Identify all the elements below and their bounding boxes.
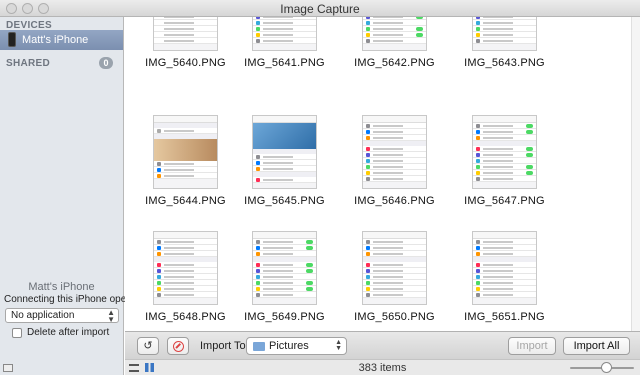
- import-destination-select[interactable]: Pictures ▲ ▼: [246, 337, 347, 355]
- import-to-label: Import To:: [200, 340, 249, 352]
- import-all-button[interactable]: Import All: [563, 337, 630, 355]
- open-app-value: No application: [11, 310, 75, 321]
- folder-icon: [253, 342, 265, 351]
- open-app-select[interactable]: No application ▲ ▼: [5, 308, 119, 324]
- screenshot-thumbnail[interactable]: [252, 17, 317, 51]
- image-filename: IMG_5647.PNG: [464, 195, 545, 207]
- screenshot-thumbnail[interactable]: [153, 17, 218, 51]
- import-button[interactable]: Import: [508, 337, 556, 355]
- delete-button[interactable]: [167, 337, 189, 355]
- updown-arrows-icon: ▲ ▼: [335, 339, 342, 352]
- shared-header: SHARED: [6, 58, 51, 69]
- bottom-toolbar: ↺ Import To: Pictures ▲ ▼ Import Import A…: [125, 331, 640, 359]
- import-destination-value: Pictures: [269, 340, 309, 352]
- screenshot-thumbnail[interactable]: [362, 231, 427, 305]
- item-count: 383 items: [358, 362, 407, 374]
- image-filename: IMG_5649.PNG: [244, 311, 325, 323]
- image-filename: IMG_5650.PNG: [354, 311, 435, 323]
- thumbnail-size-knob[interactable]: [600, 362, 612, 373]
- shared-count-badge: 0: [99, 57, 113, 69]
- image-filename: IMG_5645.PNG: [244, 195, 325, 207]
- screenshot-thumbnail[interactable]: [472, 115, 537, 189]
- device-options-title: Matt's iPhone: [28, 281, 95, 293]
- image-filename: IMG_5648.PNG: [145, 311, 226, 323]
- status-bar: 383 items: [125, 359, 640, 375]
- screenshot-thumbnail[interactable]: [362, 17, 427, 51]
- screenshot-thumbnail[interactable]: [153, 115, 218, 189]
- delete-icon: [173, 341, 184, 352]
- connecting-label: Connecting this iPhone opens:: [4, 294, 140, 305]
- title-bar: Image Capture: [0, 0, 640, 17]
- image-filename: IMG_5640.PNG: [145, 57, 226, 69]
- image-filename: IMG_5646.PNG: [354, 195, 435, 207]
- device-label: Matt's iPhone: [22, 34, 89, 46]
- sidebar-item-device[interactable]: Matt's iPhone: [0, 30, 123, 50]
- image-filename: IMG_5644.PNG: [145, 195, 226, 207]
- updown-arrows-icon: ▲ ▼: [107, 308, 115, 324]
- delete-after-import-label: Delete after import: [27, 327, 110, 338]
- window-title: Image Capture: [280, 2, 360, 16]
- screenshot-thumbnail[interactable]: [252, 231, 317, 305]
- screenshot-thumbnail[interactable]: [252, 115, 317, 189]
- image-filename: IMG_5641.PNG: [244, 57, 325, 69]
- delete-after-import-checkbox[interactable]: [12, 328, 22, 338]
- sidebar-collapse-toggle[interactable]: [3, 364, 13, 372]
- screenshot-thumbnail[interactable]: [153, 231, 218, 305]
- screenshot-thumbnail[interactable]: [472, 17, 537, 51]
- image-filename: IMG_5643.PNG: [464, 57, 545, 69]
- sidebar: DEVICES Matt's iPhone SHARED 0 Matt's iP…: [0, 17, 140, 375]
- image-filename: IMG_5642.PNG: [354, 57, 435, 69]
- rotate-button[interactable]: ↺: [137, 337, 159, 355]
- image-filename: IMG_5651.PNG: [464, 311, 545, 323]
- image-grid[interactable]: IMG_5640.PNG IMG_5641.PNG IMG_5642.PNG IMG_…: [125, 17, 640, 331]
- screenshot-thumbnail[interactable]: [362, 115, 427, 189]
- rotate-left-icon: ↺: [143, 340, 153, 352]
- iphone-icon: [8, 32, 16, 47]
- grid-scrollbar[interactable]: [631, 17, 640, 331]
- screenshot-thumbnail[interactable]: [472, 231, 537, 305]
